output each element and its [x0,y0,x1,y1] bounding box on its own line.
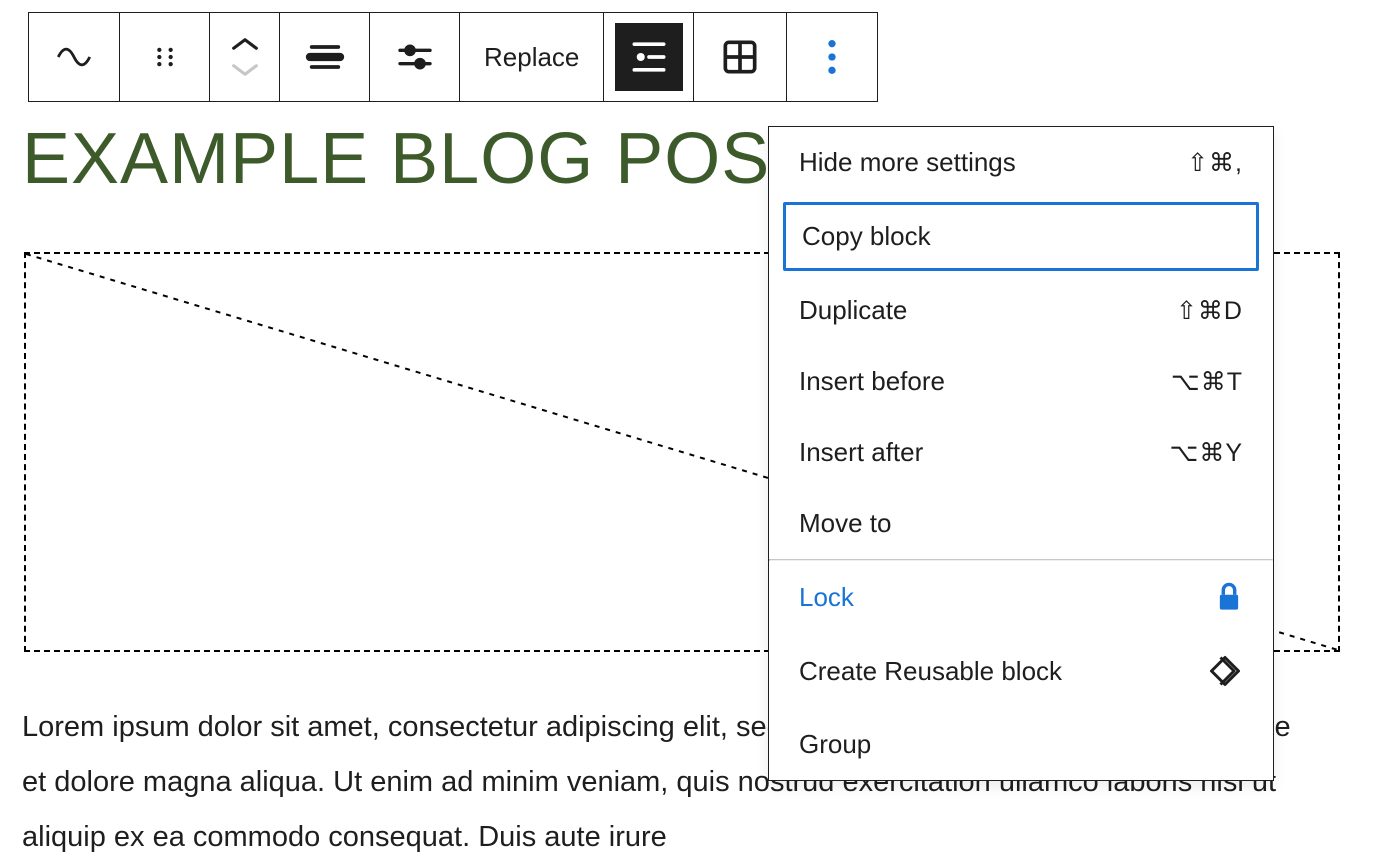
menu-item-label: Hide more settings [799,147,1016,178]
move-up-button[interactable] [228,31,262,57]
menu-item-label: Duplicate [799,295,907,326]
reusable-block-icon [1207,653,1243,689]
menu-item-shortcut: ⇧⌘D [1176,296,1243,326]
block-toolbar: Replace [28,12,878,102]
content-position-button[interactable] [370,13,460,101]
menu-item-shortcut: ⌥⌘T [1171,367,1243,397]
menu-item-label: Create Reusable block [799,656,1062,687]
move-down-button[interactable] [228,57,262,83]
more-options-button[interactable] [787,13,877,101]
align-button[interactable] [280,13,370,101]
grid-icon [718,35,762,79]
menu-item-group[interactable]: Group [769,709,1273,780]
menu-item-label: Move to [799,508,892,539]
lock-icon [1215,581,1243,613]
menu-item-label: Insert before [799,366,945,397]
menu-item-label: Insert after [799,437,923,468]
drag-handle[interactable] [120,13,210,101]
menu-item-label: Copy block [802,221,931,252]
menu-item-shortcut: ⇧⌘, [1187,148,1243,178]
block-options-menu: Hide more settings ⇧⌘, Copy block Duplic… [768,126,1274,781]
sliders-icon [395,37,435,77]
menu-item-move-to[interactable]: Move to [769,488,1273,559]
menu-item-copy-block[interactable]: Copy block [783,202,1259,271]
menu-item-insert-before[interactable]: Insert before ⌥⌘T [769,346,1273,417]
block-mover [210,13,280,101]
replace-label: Replace [484,42,579,73]
full-height-button[interactable] [604,13,694,101]
menu-item-insert-after[interactable]: Insert after ⌥⌘Y [769,417,1273,488]
menu-item-label: Lock [799,582,854,613]
duotone-button[interactable] [694,13,787,101]
post-title: EXAMPLE BLOG POST [22,118,815,200]
menu-item-lock[interactable]: Lock [769,561,1273,633]
menu-item-hide-more-settings[interactable]: Hide more settings ⇧⌘, [769,127,1273,198]
menu-item-label: Group [799,729,871,760]
drag-icon [148,40,182,74]
align-icon [305,37,345,77]
replace-button[interactable]: Replace [460,13,604,101]
menu-item-shortcut: ⌥⌘Y [1170,438,1243,468]
menu-item-duplicate[interactable]: Duplicate ⇧⌘D [769,275,1273,346]
menu-item-create-reusable-block[interactable]: Create Reusable block [769,633,1273,709]
full-height-icon [615,23,683,91]
kebab-icon [827,37,837,77]
cover-block-icon [53,36,95,78]
block-type-button[interactable] [29,13,120,101]
